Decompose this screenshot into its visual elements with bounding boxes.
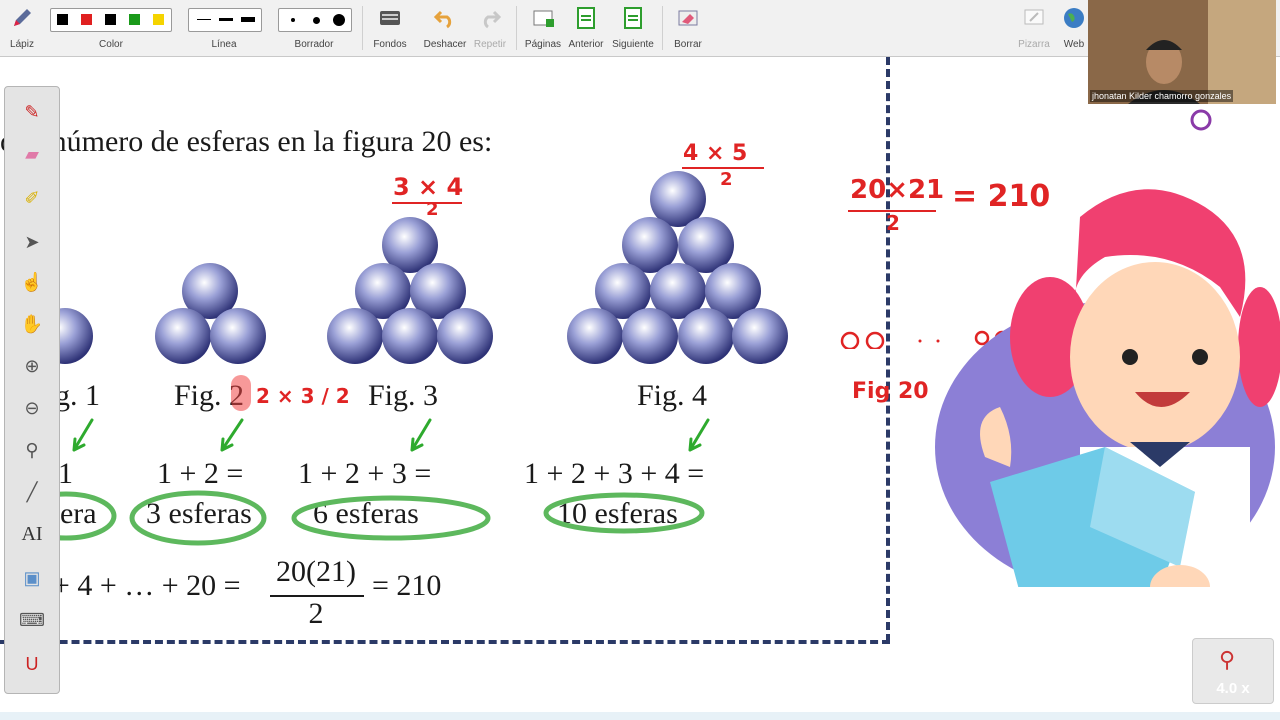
pencil-icon — [14, 9, 31, 26]
formula-denominator: 2 — [308, 597, 324, 630]
line-thick[interactable] — [241, 17, 255, 22]
previous-page-button[interactable]: Anterior — [564, 0, 608, 56]
eraser-large[interactable] — [333, 14, 345, 26]
toolbar-separator — [516, 6, 517, 50]
line-width-picker[interactable]: Línea — [186, 0, 262, 56]
keyboard-icon — [380, 11, 400, 25]
toolbar-separator — [662, 6, 663, 50]
highlight-ellipse — [291, 495, 491, 541]
previous-page-icon — [577, 7, 595, 29]
fig4-handwritten-denominator: 2 — [720, 169, 733, 190]
color-swatch-yellow[interactable] — [153, 14, 164, 25]
fig3-handwritten-numerator: 3 × 4 — [393, 173, 464, 201]
backgrounds-label: Fondos — [373, 39, 407, 50]
green-arrows — [72, 418, 710, 452]
eraser-label: Borrador — [294, 39, 334, 50]
pointer-hand-icon[interactable]: ☝ — [17, 267, 47, 297]
pages-label: Páginas — [524, 39, 562, 50]
undo-label: Deshacer — [423, 39, 467, 50]
webcam-name-label: jhonatan Kilder chamorro gonzales — [1090, 90, 1234, 102]
highlight-ellipse — [543, 492, 705, 534]
globe-icon — [1064, 8, 1084, 28]
webcam-overlay: jhonatan Kilder chamorro gonzales — [1088, 0, 1276, 104]
worksheet-border-bottom — [0, 640, 890, 644]
pen-tool-icon[interactable]: ✎ — [17, 97, 47, 127]
color-label: Color — [99, 39, 123, 50]
highlighter-tool-icon[interactable]: ✐ — [17, 183, 47, 213]
undo-button[interactable]: Deshacer — [420, 0, 470, 56]
fig3-handwritten-denominator: 2 — [426, 199, 439, 220]
web-label: Web — [1063, 39, 1085, 50]
formula-numerator: 20(21) — [276, 555, 356, 588]
fig2-handwritten-note: 2 × 3 / 2 — [256, 384, 350, 408]
line-label: Línea — [211, 39, 237, 50]
whiteboard-button[interactable]: Pizarra — [1012, 0, 1056, 56]
backgrounds-button[interactable]: Fondos — [366, 0, 414, 56]
color-swatch-black-2[interactable] — [105, 14, 116, 25]
web-button[interactable]: Web — [1060, 0, 1088, 56]
next-page-label: Siguiente — [612, 39, 654, 50]
whiteboard-canvas[interactable]: o el número de esferas en la figura 20 e… — [0, 57, 1280, 720]
line-tool-icon[interactable]: ╱ — [17, 477, 47, 507]
pencil-tool[interactable]: Lápiz — [0, 0, 44, 56]
next-page-icon — [624, 7, 642, 29]
highlight-ellipse — [129, 490, 267, 546]
toolbar-separator — [362, 6, 363, 50]
color-swatch-red[interactable] — [81, 14, 92, 25]
clear-button[interactable]: Borrar — [666, 0, 710, 56]
clear-label: Borrar — [674, 39, 702, 50]
magnet-icon[interactable]: U — [17, 649, 47, 679]
redo-button[interactable]: Repetir — [468, 0, 512, 56]
red-highlight-mark — [231, 375, 251, 411]
zoom-out-icon[interactable]: ⊖ — [17, 393, 47, 423]
fig20-handwritten-label: Fig 20 — [852, 379, 929, 404]
pan-hand-icon[interactable]: ✋ — [17, 309, 47, 339]
eraser-tool-icon[interactable]: ▰ — [17, 139, 47, 169]
color-swatch-green[interactable] — [129, 14, 140, 25]
pages-button[interactable]: Páginas — [520, 0, 566, 56]
whiteboard-icon — [1024, 9, 1044, 25]
tool-palette: ✎ ▰ ✐ ➤ ☝ ✋ ⊕ ⊖ ⚲ ╱ AI ▣ ⌨ U — [4, 86, 60, 694]
zoom-indicator[interactable]: ⚲ 4.0 x — [1192, 638, 1274, 704]
undo-icon — [433, 10, 452, 29]
color-swatches — [50, 8, 172, 32]
text-tool[interactable]: AI — [17, 519, 47, 549]
eraser-size-picker[interactable]: Borrador — [276, 0, 352, 56]
magnifier-icon: ⚲ — [1219, 647, 1236, 672]
color-picker[interactable]: Color — [48, 0, 174, 56]
eraser-medium[interactable] — [313, 17, 320, 24]
redo-icon — [483, 10, 502, 29]
previous-page-label: Anterior — [568, 39, 604, 50]
eraser-options — [278, 8, 352, 32]
line-medium[interactable] — [219, 18, 233, 21]
right-handwritten-denominator: 2 — [886, 211, 900, 235]
add-page-icon — [533, 10, 554, 27]
zoom-level: 4.0 x — [1216, 680, 1250, 697]
green-ink-annotations — [15, 418, 710, 546]
pencil-label: Lápiz — [10, 39, 34, 50]
fig4-handwritten-numerator: 4 × 5 — [683, 141, 748, 166]
color-swatch-black[interactable] — [57, 14, 68, 25]
purple-ring-icon — [1190, 109, 1212, 131]
image-tool-icon[interactable]: ▣ — [17, 563, 47, 593]
next-page-button[interactable]: Siguiente — [610, 0, 656, 56]
eraser-small[interactable] — [291, 18, 295, 22]
eyedropper-icon[interactable]: ⚲ — [17, 435, 47, 465]
redo-label: Repetir — [473, 39, 507, 50]
select-arrow-icon[interactable]: ➤ — [17, 227, 47, 257]
zoom-in-icon[interactable]: ⊕ — [17, 351, 47, 381]
bottom-status-strip — [0, 712, 1280, 720]
webcam-person-image — [1088, 0, 1276, 104]
whiteboard-label: Pizarra — [1018, 39, 1050, 50]
line-thin[interactable] — [197, 19, 211, 20]
girl-reading-illustration — [935, 189, 1280, 587]
clear-board-icon — [678, 10, 698, 26]
keyboard-tool-icon[interactable]: ⌨ — [17, 605, 47, 635]
sum-formula-result: = 210 — [372, 569, 442, 602]
line-options — [188, 8, 262, 32]
